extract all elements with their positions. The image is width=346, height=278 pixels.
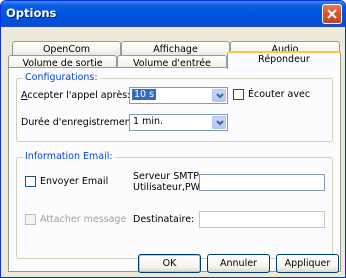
cancel-button[interactable]: Annuler bbox=[207, 254, 270, 273]
options-dialog: Options OpenCom Affichage Audio Volume d… bbox=[0, 0, 346, 278]
recipient-label: Destinataire: bbox=[133, 214, 195, 225]
close-icon bbox=[327, 9, 337, 19]
listen-with-checkbox[interactable] bbox=[233, 89, 244, 100]
configurations-title: Configurations: bbox=[23, 72, 100, 83]
title-bar[interactable]: Options bbox=[1, 1, 345, 27]
smtp-label-line2: Utilisateur,PW: bbox=[133, 182, 203, 193]
window-title: Options bbox=[6, 6, 57, 20]
configurations-group: Configurations: Accepter l'appel après: … bbox=[16, 72, 333, 142]
smtp-label: Serveur SMTP: Utilisateur,PW: bbox=[133, 171, 203, 193]
tab-control: OpenCom Affichage Audio Volume de sortie… bbox=[8, 33, 341, 272]
recipient-field[interactable] bbox=[199, 211, 325, 228]
apply-button[interactable]: Appliquer bbox=[276, 254, 339, 273]
duration-dropdown[interactable] bbox=[212, 116, 226, 129]
accept-delay-dropdown[interactable] bbox=[212, 89, 226, 102]
close-button[interactable] bbox=[322, 4, 342, 24]
chevron-down-icon bbox=[216, 93, 224, 99]
accept-call-label-text: ccepter l'appel après: bbox=[27, 90, 131, 101]
duration-label: Durée d'enregistrement: bbox=[21, 117, 138, 128]
smtp-field[interactable] bbox=[199, 174, 325, 191]
repondeur-panel: Configurations: Accepter l'appel après: … bbox=[8, 67, 341, 272]
accept-delay-select[interactable]: 10 s bbox=[129, 87, 228, 104]
ok-button[interactable]: OK bbox=[138, 254, 201, 273]
accept-call-label: Accepter l'appel après: bbox=[21, 90, 130, 101]
smtp-label-line1: Serveur SMTP: bbox=[133, 171, 203, 182]
email-title: Information Email: bbox=[23, 151, 115, 162]
attach-message-label: Attacher message bbox=[40, 214, 127, 225]
tab-repondeur[interactable]: Répondeur bbox=[227, 51, 341, 69]
send-email-checkbox[interactable] bbox=[25, 176, 36, 187]
listen-with-label: Écouter avec bbox=[248, 89, 311, 100]
chevron-down-icon bbox=[216, 120, 224, 126]
duration-value: 1 min. bbox=[133, 116, 163, 127]
email-group: Information Email: Envoyer Email Serveur… bbox=[16, 151, 333, 259]
accept-delay-value: 10 s bbox=[132, 89, 157, 100]
duration-select[interactable]: 1 min. bbox=[129, 114, 228, 131]
send-email-label: Envoyer Email bbox=[40, 176, 109, 187]
attach-message-checkbox[interactable] bbox=[25, 214, 36, 225]
